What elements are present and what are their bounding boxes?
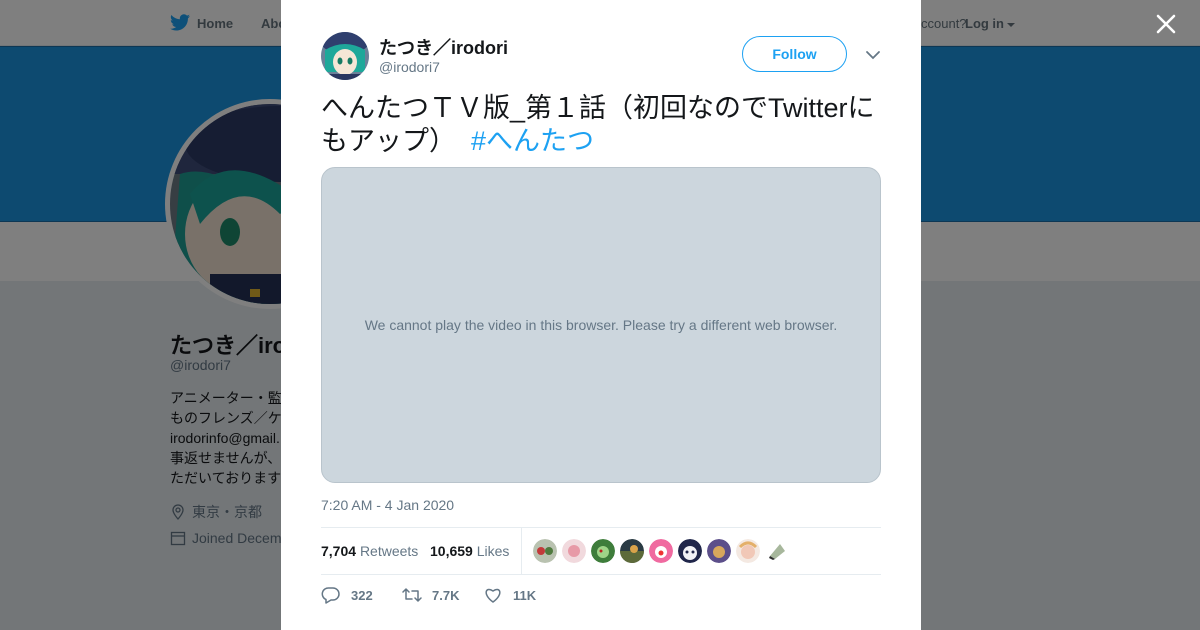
tweet-body: へんたつＴＶ版_第１話（初回なのでTwitterにもアップ）: [321, 93, 875, 156]
likes-label: Likes: [476, 543, 510, 559]
hashtag-link[interactable]: #へんたつ: [471, 126, 594, 156]
close-icon[interactable]: [1154, 12, 1178, 36]
retweet-icon: [402, 588, 422, 602]
liker-avatar[interactable]: [562, 539, 586, 563]
author-name[interactable]: たつき／irodori: [379, 34, 508, 60]
liker-avatar[interactable]: [736, 539, 760, 563]
chevron-down-icon[interactable]: [865, 48, 881, 60]
reply-button[interactable]: 322: [321, 586, 373, 604]
author-avatar[interactable]: [321, 32, 369, 80]
reply-count: 322: [351, 587, 373, 603]
liker-avatar[interactable]: [533, 539, 557, 563]
retweets-count: 7,704: [321, 543, 357, 559]
video-player[interactable]: We cannot play the video in this browser…: [321, 167, 881, 483]
liker-avatar[interactable]: [765, 539, 789, 563]
likes-stat[interactable]: 10,659 Likes: [430, 543, 509, 559]
video-error-message: We cannot play the video in this browser…: [364, 317, 838, 333]
reply-icon: [321, 587, 340, 604]
liker-avatar[interactable]: [591, 539, 615, 563]
tweet-timestamp[interactable]: 7:20 AM - 4 Jan 2020: [321, 497, 454, 513]
liker-avatars: [533, 539, 789, 563]
author-handle[interactable]: @irodori7: [379, 59, 440, 75]
heart-icon: [485, 588, 501, 603]
likes-count: 10,659: [430, 543, 473, 559]
liker-avatar[interactable]: [649, 539, 673, 563]
retweets-stat[interactable]: 7,704 Retweets: [321, 543, 418, 559]
tweet-text: へんたつＴＶ版_第１話（初回なのでTwitterにもアップ） #へんたつ: [321, 92, 881, 158]
tweet-stats: 7,704 Retweets 10,659 Likes: [321, 527, 881, 575]
liker-avatar[interactable]: [620, 539, 644, 563]
liker-avatar[interactable]: [678, 539, 702, 563]
like-button[interactable]: 11K: [483, 586, 536, 604]
like-count: 11K: [513, 587, 537, 603]
retweet-button[interactable]: 7.7K: [402, 586, 459, 604]
retweets-label: Retweets: [359, 543, 419, 559]
stats-divider: [521, 528, 522, 575]
liker-avatar[interactable]: [707, 539, 731, 563]
follow-button[interactable]: Follow: [742, 36, 847, 72]
tweet-modal: たつき／irodori @irodori7 Follow へんたつＴＶ版_第１話…: [281, 0, 921, 630]
retweet-count: 7.7K: [432, 587, 460, 603]
